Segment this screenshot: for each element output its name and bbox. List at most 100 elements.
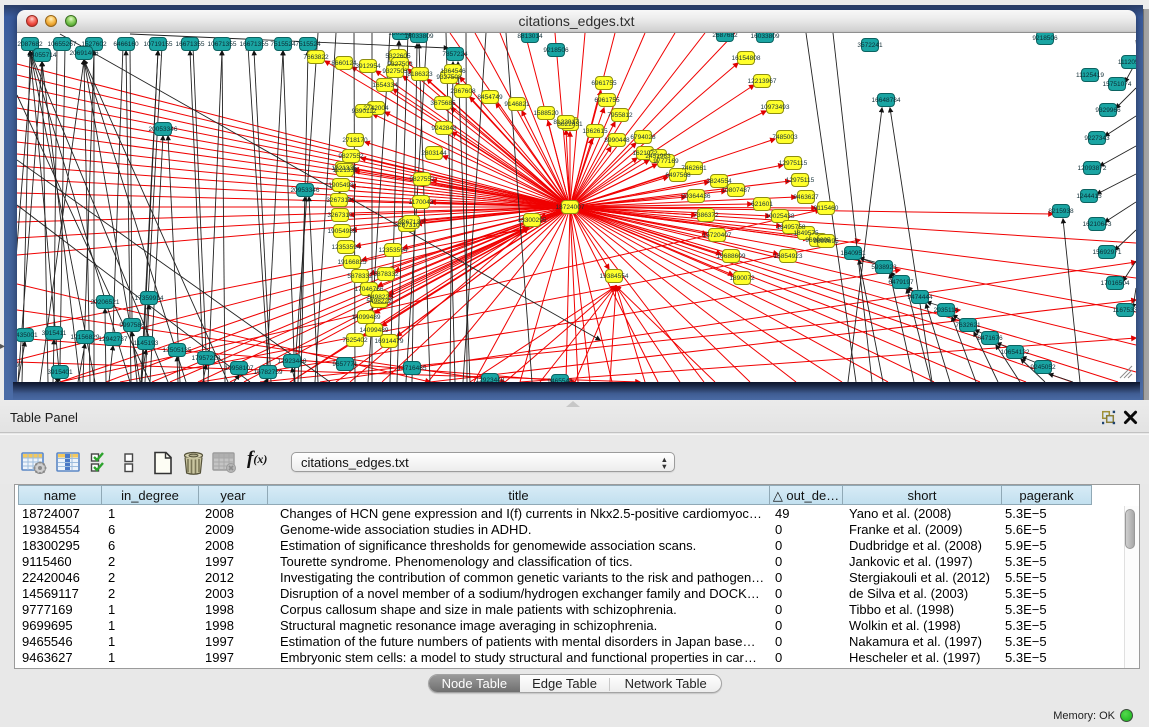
svg-text:6497568: 6497568 xyxy=(665,172,691,179)
svg-text:1112051: 1112051 xyxy=(1118,59,1136,66)
svg-text:5878332: 5878332 xyxy=(373,271,399,278)
svg-text:7632621: 7632621 xyxy=(955,322,981,329)
svg-text:7515524: 7515524 xyxy=(295,41,321,48)
svg-text:9115460: 9115460 xyxy=(814,205,839,212)
svg-text:19384554: 19384554 xyxy=(600,273,629,280)
svg-text:14099489: 14099489 xyxy=(352,314,381,321)
svg-text:6479197: 6479197 xyxy=(888,279,914,286)
svg-text:16033809: 16033809 xyxy=(405,33,434,40)
svg-text:1849575: 1849575 xyxy=(793,230,819,237)
svg-text:7625402: 7625402 xyxy=(342,337,368,344)
svg-text:9777169: 9777169 xyxy=(653,158,679,165)
svg-text:9827552: 9827552 xyxy=(409,176,435,183)
svg-text:3824554: 3824554 xyxy=(706,178,732,185)
svg-text:24055714: 24055714 xyxy=(28,52,57,59)
svg-text:12353594: 12353594 xyxy=(332,244,361,251)
svg-text:7515524: 7515524 xyxy=(270,41,296,48)
svg-text:9227343: 9227343 xyxy=(1084,135,1110,142)
svg-text:16671355: 16671355 xyxy=(240,41,269,48)
svg-text:1588520: 1588520 xyxy=(533,110,559,117)
svg-text:10688609: 10688609 xyxy=(717,253,746,260)
svg-text:3912954: 3912954 xyxy=(355,63,381,70)
svg-text:6466160: 6466160 xyxy=(113,41,139,48)
svg-text:2803144: 2803144 xyxy=(421,150,447,157)
svg-text:20953346: 20953346 xyxy=(291,187,320,194)
svg-text:16033809: 16033809 xyxy=(751,33,780,40)
svg-text:3915401: 3915401 xyxy=(47,369,73,376)
svg-text:12975115: 12975115 xyxy=(786,177,815,184)
svg-text:20053346: 20053346 xyxy=(149,126,178,133)
svg-text:1244415: 1244415 xyxy=(1076,193,1102,200)
svg-text:16210643: 16210643 xyxy=(1083,221,1112,228)
svg-text:10025438: 10025438 xyxy=(766,213,795,220)
svg-text:5322605: 5322605 xyxy=(385,53,411,60)
svg-text:1654334: 1654334 xyxy=(372,82,398,89)
svg-text:10654122: 10654122 xyxy=(1001,349,1030,356)
svg-text:7857224: 7857224 xyxy=(442,51,468,58)
svg-text:8660124: 8660124 xyxy=(331,60,357,67)
svg-text:3267310: 3267310 xyxy=(327,212,353,219)
svg-text:3572241: 3572241 xyxy=(857,42,883,49)
svg-text:2087682: 2087682 xyxy=(17,41,43,48)
svg-text:16854923: 16854923 xyxy=(774,253,803,260)
svg-text:20206521: 20206521 xyxy=(91,299,120,306)
svg-text:17957223: 17957223 xyxy=(192,355,221,362)
svg-text:7955812: 7955812 xyxy=(607,112,633,119)
svg-text:9329966: 9329966 xyxy=(1095,107,1121,114)
svg-text:18300295: 18300295 xyxy=(518,217,547,224)
svg-text:8990448: 8990448 xyxy=(604,137,630,144)
svg-text:1167533: 1167533 xyxy=(1113,307,1136,314)
svg-text:9463627: 9463627 xyxy=(793,194,819,201)
svg-text:11125419: 11125419 xyxy=(1076,72,1104,79)
svg-text:2718170: 2718170 xyxy=(342,137,368,144)
svg-text:8215938: 8215938 xyxy=(1048,208,1074,215)
svg-text:14099489: 14099489 xyxy=(360,327,389,334)
svg-text:1890072: 1890072 xyxy=(729,275,755,282)
svg-text:7663822: 7663822 xyxy=(303,54,329,61)
svg-text:12213967: 12213967 xyxy=(748,78,777,85)
svg-text:2687682: 2687682 xyxy=(712,33,738,39)
svg-text:10973493: 10973493 xyxy=(761,104,790,111)
svg-text:18724007: 18724007 xyxy=(556,204,585,211)
svg-text:17016504: 17016504 xyxy=(1101,280,1130,287)
svg-text:9218506: 9218506 xyxy=(1032,35,1058,42)
svg-text:6794028: 6794028 xyxy=(630,134,656,141)
svg-text:16914479: 16914479 xyxy=(375,338,404,345)
svg-text:8186323: 8186323 xyxy=(407,71,433,78)
svg-text:12156829: 12156829 xyxy=(71,334,100,341)
svg-text:10958107: 10958107 xyxy=(225,365,254,372)
svg-text:9218506: 9218506 xyxy=(543,47,569,54)
svg-text:13716485: 13716485 xyxy=(398,365,427,372)
svg-text:7485003: 7485003 xyxy=(772,134,798,141)
svg-text:1905498: 1905498 xyxy=(328,182,354,189)
svg-text:10807487: 10807487 xyxy=(722,187,751,194)
svg-text:16671355: 16671355 xyxy=(176,41,205,48)
svg-text:6961755: 6961755 xyxy=(594,97,620,104)
svg-text:12975115: 12975115 xyxy=(779,160,808,167)
svg-text:16648784: 16648784 xyxy=(872,97,901,104)
svg-text:3915411: 3915411 xyxy=(42,330,67,337)
svg-text:15720407: 15720407 xyxy=(703,232,732,239)
svg-text:9474444: 9474444 xyxy=(907,294,933,301)
svg-text:10655267: 10655267 xyxy=(48,41,77,48)
svg-text:12353594: 12353594 xyxy=(379,247,408,254)
svg-text:12093872: 12093872 xyxy=(1078,165,1107,172)
svg-text:4435001: 4435001 xyxy=(17,332,38,339)
svg-text:2935114: 2935114 xyxy=(934,307,959,314)
svg-text:6961755: 6961755 xyxy=(591,80,617,87)
svg-text:1170043: 1170043 xyxy=(409,199,434,206)
svg-text:3675685: 3675685 xyxy=(430,100,456,107)
svg-text:9827552: 9827552 xyxy=(338,153,364,160)
svg-text:10671355: 10671355 xyxy=(208,41,237,48)
svg-text:17046766: 17046766 xyxy=(355,286,384,293)
svg-text:1527602: 1527602 xyxy=(81,41,107,48)
svg-text:1145193: 1145193 xyxy=(134,340,159,347)
svg-text:1362615: 1362615 xyxy=(582,128,608,135)
svg-text:16154808: 16154808 xyxy=(732,55,761,62)
svg-text:7462661: 7462661 xyxy=(681,165,707,172)
svg-text:12942737: 12942737 xyxy=(99,336,128,343)
svg-text:15751074: 15751074 xyxy=(1103,81,1132,88)
svg-text:20691406: 20691406 xyxy=(70,50,99,57)
svg-text:9327508: 9327508 xyxy=(436,74,462,81)
svg-text:2367608: 2367608 xyxy=(450,88,476,95)
